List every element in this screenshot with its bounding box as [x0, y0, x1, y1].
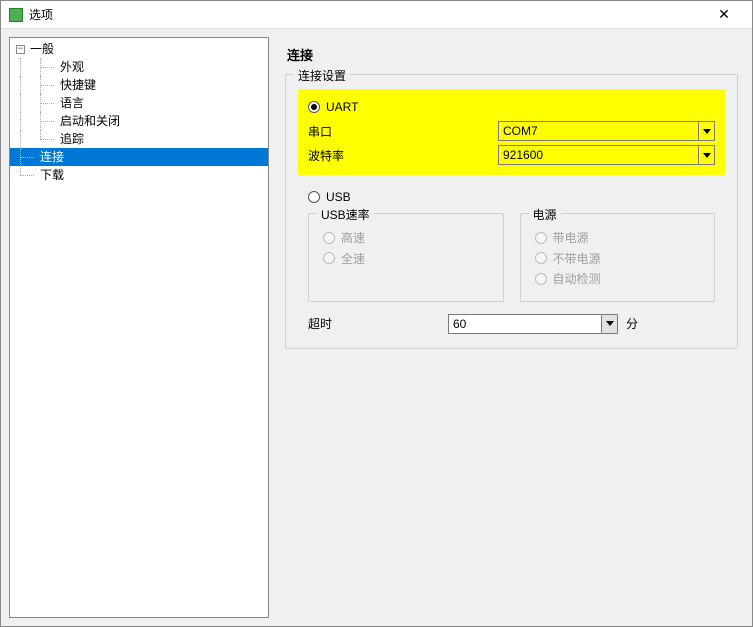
radio-label: 高速 [341, 229, 365, 246]
radio-label: USB [326, 190, 351, 204]
tree-item-shortcuts[interactable]: 快捷键 [10, 76, 268, 94]
radio-label: UART [326, 100, 358, 114]
collapse-toggle-icon[interactable]: − [16, 45, 25, 54]
chevron-down-icon [698, 146, 714, 164]
chevron-down-icon [601, 315, 617, 333]
nav-tree[interactable]: − 一般 外观 快捷键 语言 启动和关闭 追踪 连接 下载 [9, 37, 269, 618]
tree-label: 快捷键 [58, 76, 98, 94]
content-panel: 连接 连接设置 UART 串口 COM7 [279, 37, 744, 618]
baud-label: 波特率 [308, 147, 498, 164]
radio-label: 不带电源 [553, 250, 601, 267]
timeout-row: 超时 60 分 [298, 310, 725, 336]
radio-icon [308, 101, 320, 113]
usb-radio[interactable]: USB [308, 190, 351, 204]
tree-item-general[interactable]: − 一般 [10, 40, 268, 58]
group-title: 电源 [529, 206, 561, 223]
page-title: 连接 [287, 45, 738, 64]
radio-label: 带电源 [553, 229, 589, 246]
timeout-unit: 分 [626, 315, 638, 332]
tree-item-startup[interactable]: 启动和关闭 [10, 112, 268, 130]
chevron-down-icon [698, 122, 714, 140]
tree-item-trace[interactable]: 追踪 [10, 130, 268, 148]
tree-item-appearance[interactable]: 外观 [10, 58, 268, 76]
port-combo[interactable]: COM7 [498, 121, 715, 141]
baud-combo[interactable]: 921600 [498, 145, 715, 165]
group-title: USB速率 [317, 206, 374, 223]
timeout-label: 超时 [308, 315, 448, 332]
radio-icon [535, 232, 547, 244]
titlebar: 选项 ✕ [1, 1, 752, 29]
tree-item-language[interactable]: 语言 [10, 94, 268, 112]
usb-speed-group: USB速率 高速 全速 [308, 213, 504, 302]
radio-label: 自动检测 [553, 270, 601, 287]
close-button[interactable]: ✕ [704, 1, 744, 28]
uart-block: UART 串口 COM7 波特率 921600 [298, 89, 725, 175]
tree-label: 连接 [38, 148, 66, 166]
tree-label: 追踪 [58, 130, 86, 148]
combo-value: 921600 [503, 148, 543, 162]
usb-block: USB USB速率 高速 全速 电源 带电源 不带电源 [298, 175, 725, 310]
options-window: 选项 ✕ − 一般 外观 快捷键 语言 启动和关闭 追踪 连接 下载 连接 连接… [0, 0, 753, 627]
group-title: 连接设置 [294, 67, 350, 84]
combo-value: COM7 [503, 124, 538, 138]
radio-icon [535, 273, 547, 285]
radio-label: 全速 [341, 250, 365, 267]
window-title: 选项 [29, 6, 704, 23]
radio-icon [535, 252, 547, 264]
combo-value: 60 [453, 317, 466, 331]
speed-high-radio: 高速 [323, 229, 365, 246]
tree-label: 外观 [58, 58, 86, 76]
tree-label: 一般 [28, 40, 56, 58]
power-with-radio: 带电源 [535, 229, 589, 246]
port-label: 串口 [308, 123, 498, 140]
tree-label: 语言 [58, 94, 86, 112]
radio-icon [308, 191, 320, 203]
tree-item-download[interactable]: 下载 [10, 166, 268, 184]
client-area: − 一般 外观 快捷键 语言 启动和关闭 追踪 连接 下载 连接 连接设置 UA… [1, 29, 752, 626]
radio-icon [323, 252, 335, 264]
tree-label: 启动和关闭 [58, 112, 122, 130]
power-without-radio: 不带电源 [535, 250, 601, 267]
power-group: 电源 带电源 不带电源 自动检测 [520, 213, 716, 302]
speed-full-radio: 全速 [323, 250, 365, 267]
uart-radio[interactable]: UART [308, 100, 358, 114]
tree-label: 下载 [38, 166, 66, 184]
tree-item-connection[interactable]: 连接 [10, 148, 268, 166]
app-icon [9, 8, 23, 22]
power-auto-radio: 自动检测 [535, 270, 601, 287]
timeout-combo[interactable]: 60 [448, 314, 618, 334]
radio-icon [323, 232, 335, 244]
connection-settings-group: 连接设置 UART 串口 COM7 [285, 74, 738, 349]
